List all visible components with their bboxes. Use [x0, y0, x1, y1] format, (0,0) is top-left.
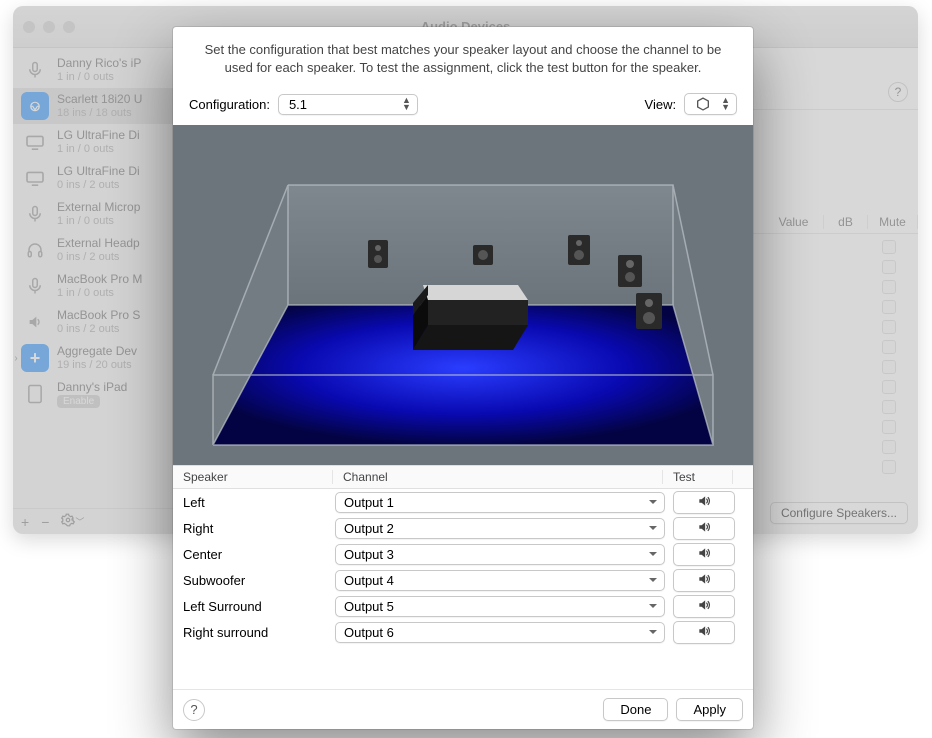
done-button[interactable]: Done	[603, 698, 668, 721]
configure-speakers-sheet: Set the configuration that best matches …	[173, 27, 753, 729]
chevron-updown-icon: ▲▼	[396, 97, 411, 111]
view-popup[interactable]: ▲▼	[684, 93, 737, 115]
room-3d-view[interactable]	[173, 125, 753, 465]
table-row: Right surroundOutput 6	[173, 619, 753, 645]
sheet-footer: ? Done Apply	[173, 689, 753, 729]
test-speaker-button[interactable]	[673, 595, 735, 618]
speaker-label: Left	[173, 495, 333, 510]
sheet-description: Set the configuration that best matches …	[173, 27, 753, 87]
table-header: Speaker Channel Test	[173, 465, 753, 489]
sound-icon	[695, 494, 713, 511]
channel-select[interactable]: Output 5	[335, 596, 665, 617]
configuration-label: Configuration:	[189, 97, 270, 112]
test-speaker-button[interactable]	[673, 569, 735, 592]
sound-icon	[695, 598, 713, 615]
speaker-label: Left Surround	[173, 599, 333, 614]
test-speaker-button[interactable]	[673, 517, 735, 540]
table-row: Left SurroundOutput 5	[173, 593, 753, 619]
chevron-updown-icon: ▲▼	[715, 97, 730, 111]
channel-select[interactable]: Output 3	[335, 544, 665, 565]
column-channel: Channel	[333, 470, 663, 484]
channel-select[interactable]: Output 1	[335, 492, 665, 513]
test-speaker-button[interactable]	[673, 491, 735, 514]
column-speaker: Speaker	[173, 470, 333, 484]
speaker-label: Center	[173, 547, 333, 562]
sound-icon	[695, 572, 713, 589]
test-speaker-button[interactable]	[673, 621, 735, 644]
view-label: View:	[645, 97, 677, 112]
table-row: RightOutput 2	[173, 515, 753, 541]
sheet-help-button[interactable]: ?	[183, 699, 205, 721]
table-row: SubwooferOutput 4	[173, 567, 753, 593]
sound-icon	[695, 624, 713, 641]
configuration-popup[interactable]: 5.1 ▲▼	[278, 94, 418, 115]
speaker-label: Right	[173, 521, 333, 536]
sound-icon	[695, 546, 713, 563]
table-row: LeftOutput 1	[173, 489, 753, 515]
configuration-value: 5.1	[289, 97, 307, 112]
speaker-front-left-icon	[368, 240, 388, 268]
couch-icon	[413, 285, 528, 350]
sheet-toolbar: Configuration: 5.1 ▲▼ View: ▲▼	[173, 87, 753, 125]
sound-icon	[695, 520, 713, 537]
channel-select[interactable]: Output 4	[335, 570, 665, 591]
cube-icon	[695, 96, 711, 112]
apply-button[interactable]: Apply	[676, 698, 743, 721]
channel-select[interactable]: Output 2	[335, 518, 665, 539]
column-test: Test	[663, 470, 733, 484]
speaker-surround-right-upper-icon	[618, 255, 642, 287]
channel-select[interactable]: Output 6	[335, 622, 665, 643]
speaker-label: Subwoofer	[173, 573, 333, 588]
speaker-label: Right surround	[173, 625, 333, 640]
test-speaker-button[interactable]	[673, 543, 735, 566]
speaker-channel-table: Speaker Channel Test LeftOutput 1RightOu…	[173, 465, 753, 689]
table-row: CenterOutput 3	[173, 541, 753, 567]
